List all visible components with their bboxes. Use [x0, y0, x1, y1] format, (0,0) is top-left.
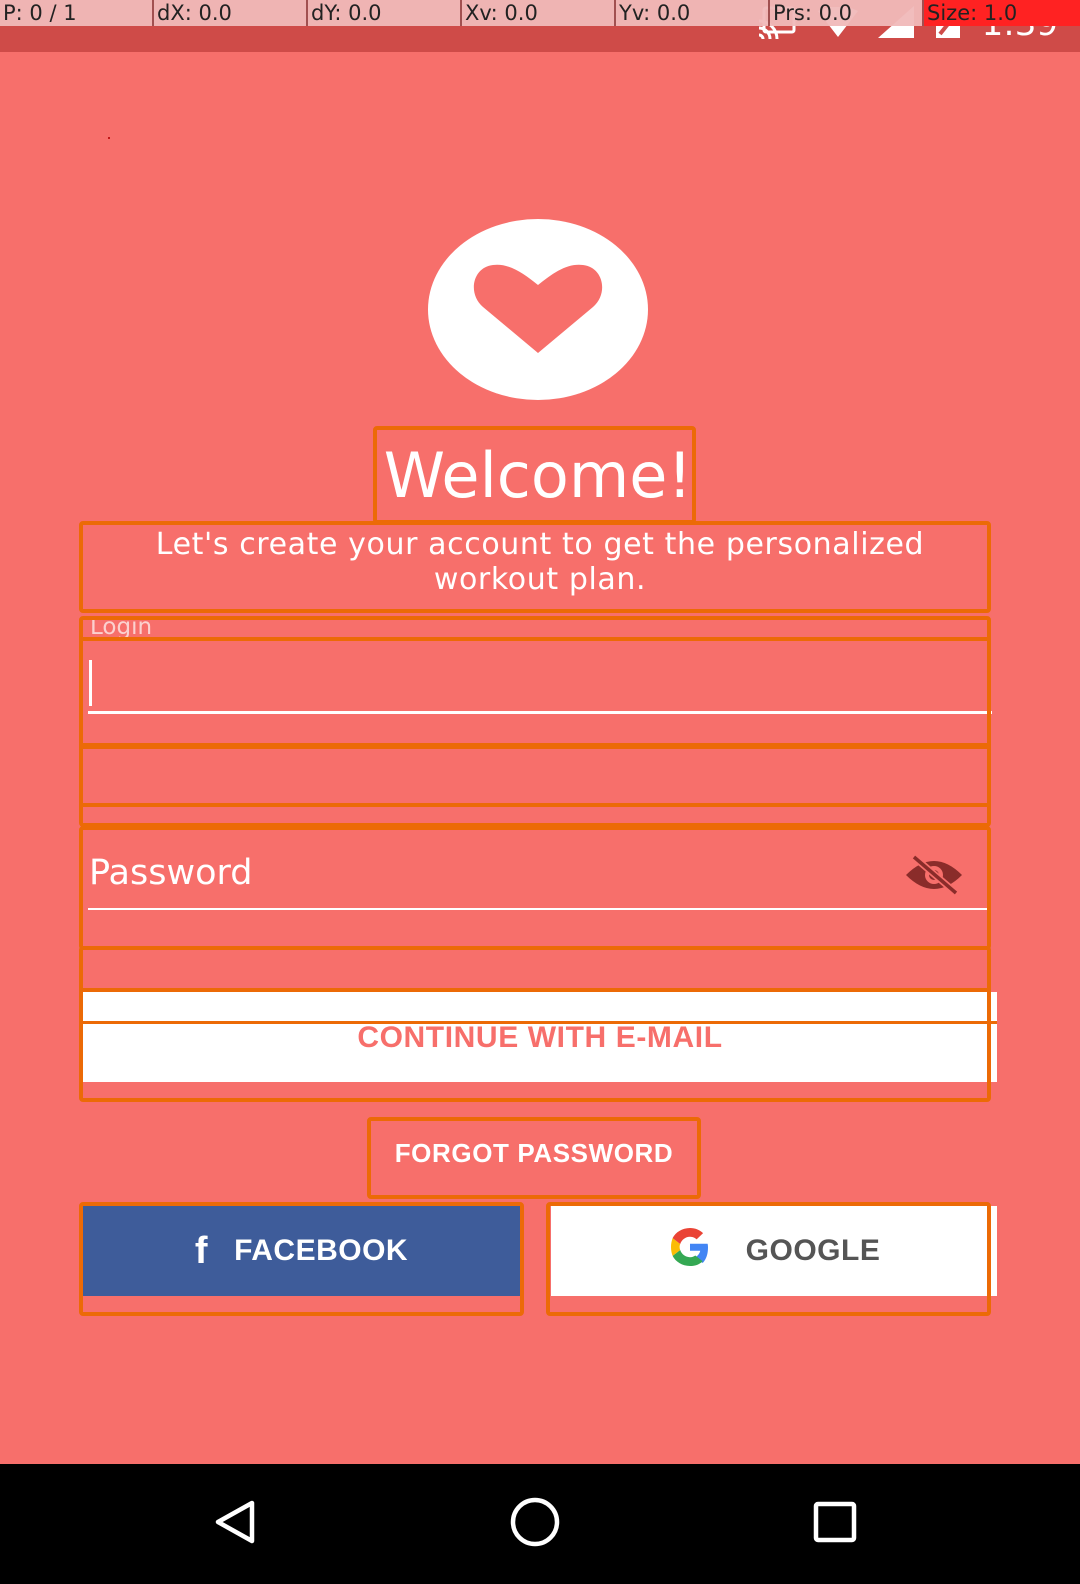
back-icon[interactable] [200, 1492, 270, 1552]
home-icon[interactable] [500, 1492, 570, 1552]
password-field-outline [79, 826, 991, 950]
facebook-button-outline [79, 1202, 524, 1316]
heart-icon [471, 259, 605, 360]
debug-size: Size: 1.0 [924, 0, 1080, 26]
app-logo [428, 219, 648, 400]
navigation-bar [0, 1464, 1080, 1584]
recents-icon[interactable] [800, 1492, 870, 1552]
login-input-outline [79, 637, 991, 747]
title-outline [373, 426, 696, 524]
touch-dot [108, 137, 110, 139]
debug-pointer: P: 0 / 1 [0, 0, 154, 26]
forgot-password-outline [367, 1117, 701, 1199]
debug-dx: dX: 0.0 [154, 0, 308, 26]
google-button-outline [546, 1202, 991, 1316]
subtitle-outline [79, 521, 991, 613]
login-error-outline [79, 745, 991, 807]
debug-dy: dY: 0.0 [308, 0, 462, 26]
continue-button-outline [79, 988, 991, 1102]
debug-xv: Xv: 0.0 [462, 0, 616, 26]
pointer-debug-overlay: P: 0 / 1 dX: 0.0 dY: 0.0 Xv: 0.0 Yv: 0.0… [0, 0, 1080, 26]
debug-prs: Prs: 0.0 [770, 0, 924, 26]
debug-yv: Yv: 0.0 [616, 0, 770, 26]
